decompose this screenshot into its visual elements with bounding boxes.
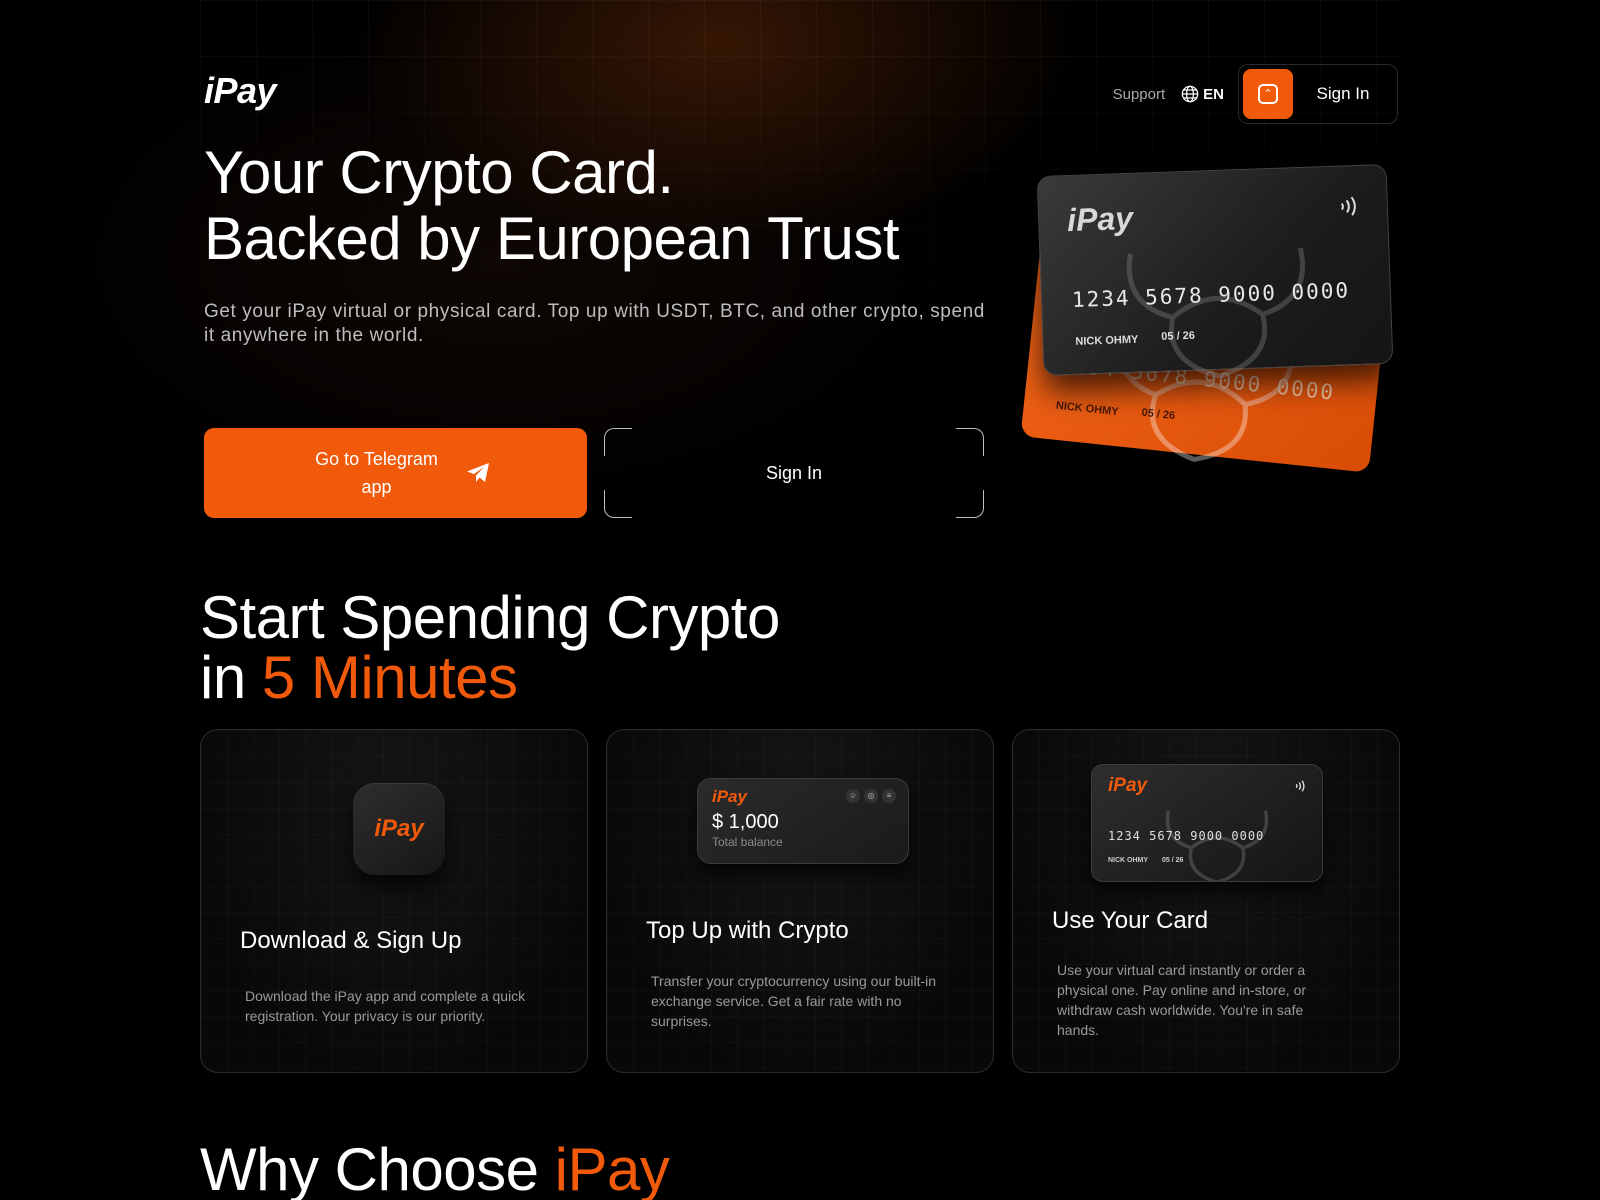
hero-subtitle: Get your iPay virtual or physical card. … <box>204 301 985 346</box>
language-selector[interactable]: EN <box>1181 85 1224 103</box>
balance-label: Total balance <box>712 835 783 849</box>
main-container: iPay Support EN ⌃ Sign In Your Crypto Ca… <box>200 0 1400 1200</box>
button-corner <box>956 490 984 518</box>
balance-widget: iPay ☺ ◎ ≡ $ 1,000 Total balance <box>697 778 909 864</box>
button-corner <box>604 428 632 456</box>
button-corner <box>956 428 984 456</box>
site-header: iPay Support EN ⌃ Sign In <box>200 64 1398 124</box>
mini-card-holder: NICK OHMY <box>1108 857 1149 864</box>
widget-logo: iPay <box>712 787 747 806</box>
step-title: Use Your Card <box>1052 907 1209 934</box>
hero-title: Your Crypto Card. Backed by European Tru… <box>204 140 1004 272</box>
globe-icon <box>1181 85 1199 103</box>
steps-title-line1: Start Spending Crypto <box>200 584 780 651</box>
telegram-app-button[interactable]: Go to Telegram app <box>204 428 587 518</box>
step-description: Download the iPay app and complete a qui… <box>245 988 526 1024</box>
card-expiry: 05 / 26 <box>1161 329 1196 343</box>
widget-icons: ☺ ◎ ≡ <box>842 789 896 803</box>
step-description: Use your virtual card instantly or order… <box>1057 962 1307 1038</box>
step-title: Download & Sign Up <box>240 927 462 954</box>
menu-icon: ≡ <box>882 789 896 803</box>
black-card-image: iPay 1234 5678 9000 0000 NICK OHMY 05 / … <box>1036 163 1394 379</box>
hero-signin-label: Sign In <box>765 462 823 483</box>
mini-card-logo: iPay <box>1108 775 1148 796</box>
step-description: Transfer your cryptocurrency using our b… <box>651 973 937 1029</box>
steps-title-prefix: in <box>200 644 262 711</box>
why-title-prefix: Why Choose <box>200 1136 555 1200</box>
chevron-up-icon: ⌃ <box>1243 69 1293 119</box>
mini-card-image: iPay 1234 5678 9000 0000 NICK OHMY 05 / … <box>1091 764 1323 882</box>
steps-title-accent: 5 Minutes <box>261 644 518 711</box>
mini-card-number: 1234 5678 9000 0000 <box>1108 829 1265 843</box>
hero-title-line1: Your Crypto Card. <box>204 139 674 206</box>
bull-mascot-icon <box>1165 810 1269 881</box>
card-holder: NICK OHMY <box>1075 333 1139 348</box>
header-signin-button[interactable]: ⌃ Sign In <box>1238 64 1398 124</box>
language-code: EN <box>1203 85 1224 103</box>
page: iPay Support EN ⌃ Sign In Your Crypto Ca… <box>0 0 1600 1200</box>
ipay-app-icon: iPay <box>353 783 445 875</box>
step-card-use: iPay 1234 5678 9000 0000 NICK OHMY 05 / … <box>1012 729 1400 1073</box>
contactless-icon <box>1340 196 1356 216</box>
user-icon: ☺ <box>846 789 860 803</box>
header-signin-label: Sign In <box>1316 84 1370 103</box>
hero-title-line2: Backed by European Trust <box>204 205 900 272</box>
card-logo: iPay <box>1066 199 1134 239</box>
why-section-title: Why Choose iPay <box>200 1140 670 1200</box>
site-logo[interactable]: iPay <box>204 70 277 112</box>
telegram-icon <box>466 463 489 482</box>
mini-card-expiry: 05 / 26 <box>1162 857 1184 864</box>
step-title: Top Up with Crypto <box>646 917 849 944</box>
contactless-icon <box>1295 780 1305 792</box>
hero-signin-button[interactable]: Sign In <box>604 428 984 518</box>
support-link[interactable]: Support <box>1113 86 1166 103</box>
why-title-accent: iPay <box>554 1136 670 1200</box>
bull-mascot-icon <box>1126 247 1306 379</box>
header-nav: Support EN ⌃ Sign In <box>1113 64 1398 124</box>
step-card-topup: iPay ☺ ◎ ≡ $ 1,000 Total balance Top Up … <box>606 729 994 1073</box>
button-corner <box>604 490 632 518</box>
telegram-button-label: Go to Telegram app <box>315 449 438 497</box>
steps-section-title: Start Spending Crypto in 5 Minutes <box>200 588 780 708</box>
card-illustration: 1234 5678 9000 0000 NICK OHMY 05 / 26 iP… <box>1020 163 1400 473</box>
balance-amount: $ 1,000 <box>712 811 779 833</box>
globe-icon: ◎ <box>864 789 878 803</box>
step-card-download: iPay Download & Sign Up Download the iPa… <box>200 729 588 1073</box>
